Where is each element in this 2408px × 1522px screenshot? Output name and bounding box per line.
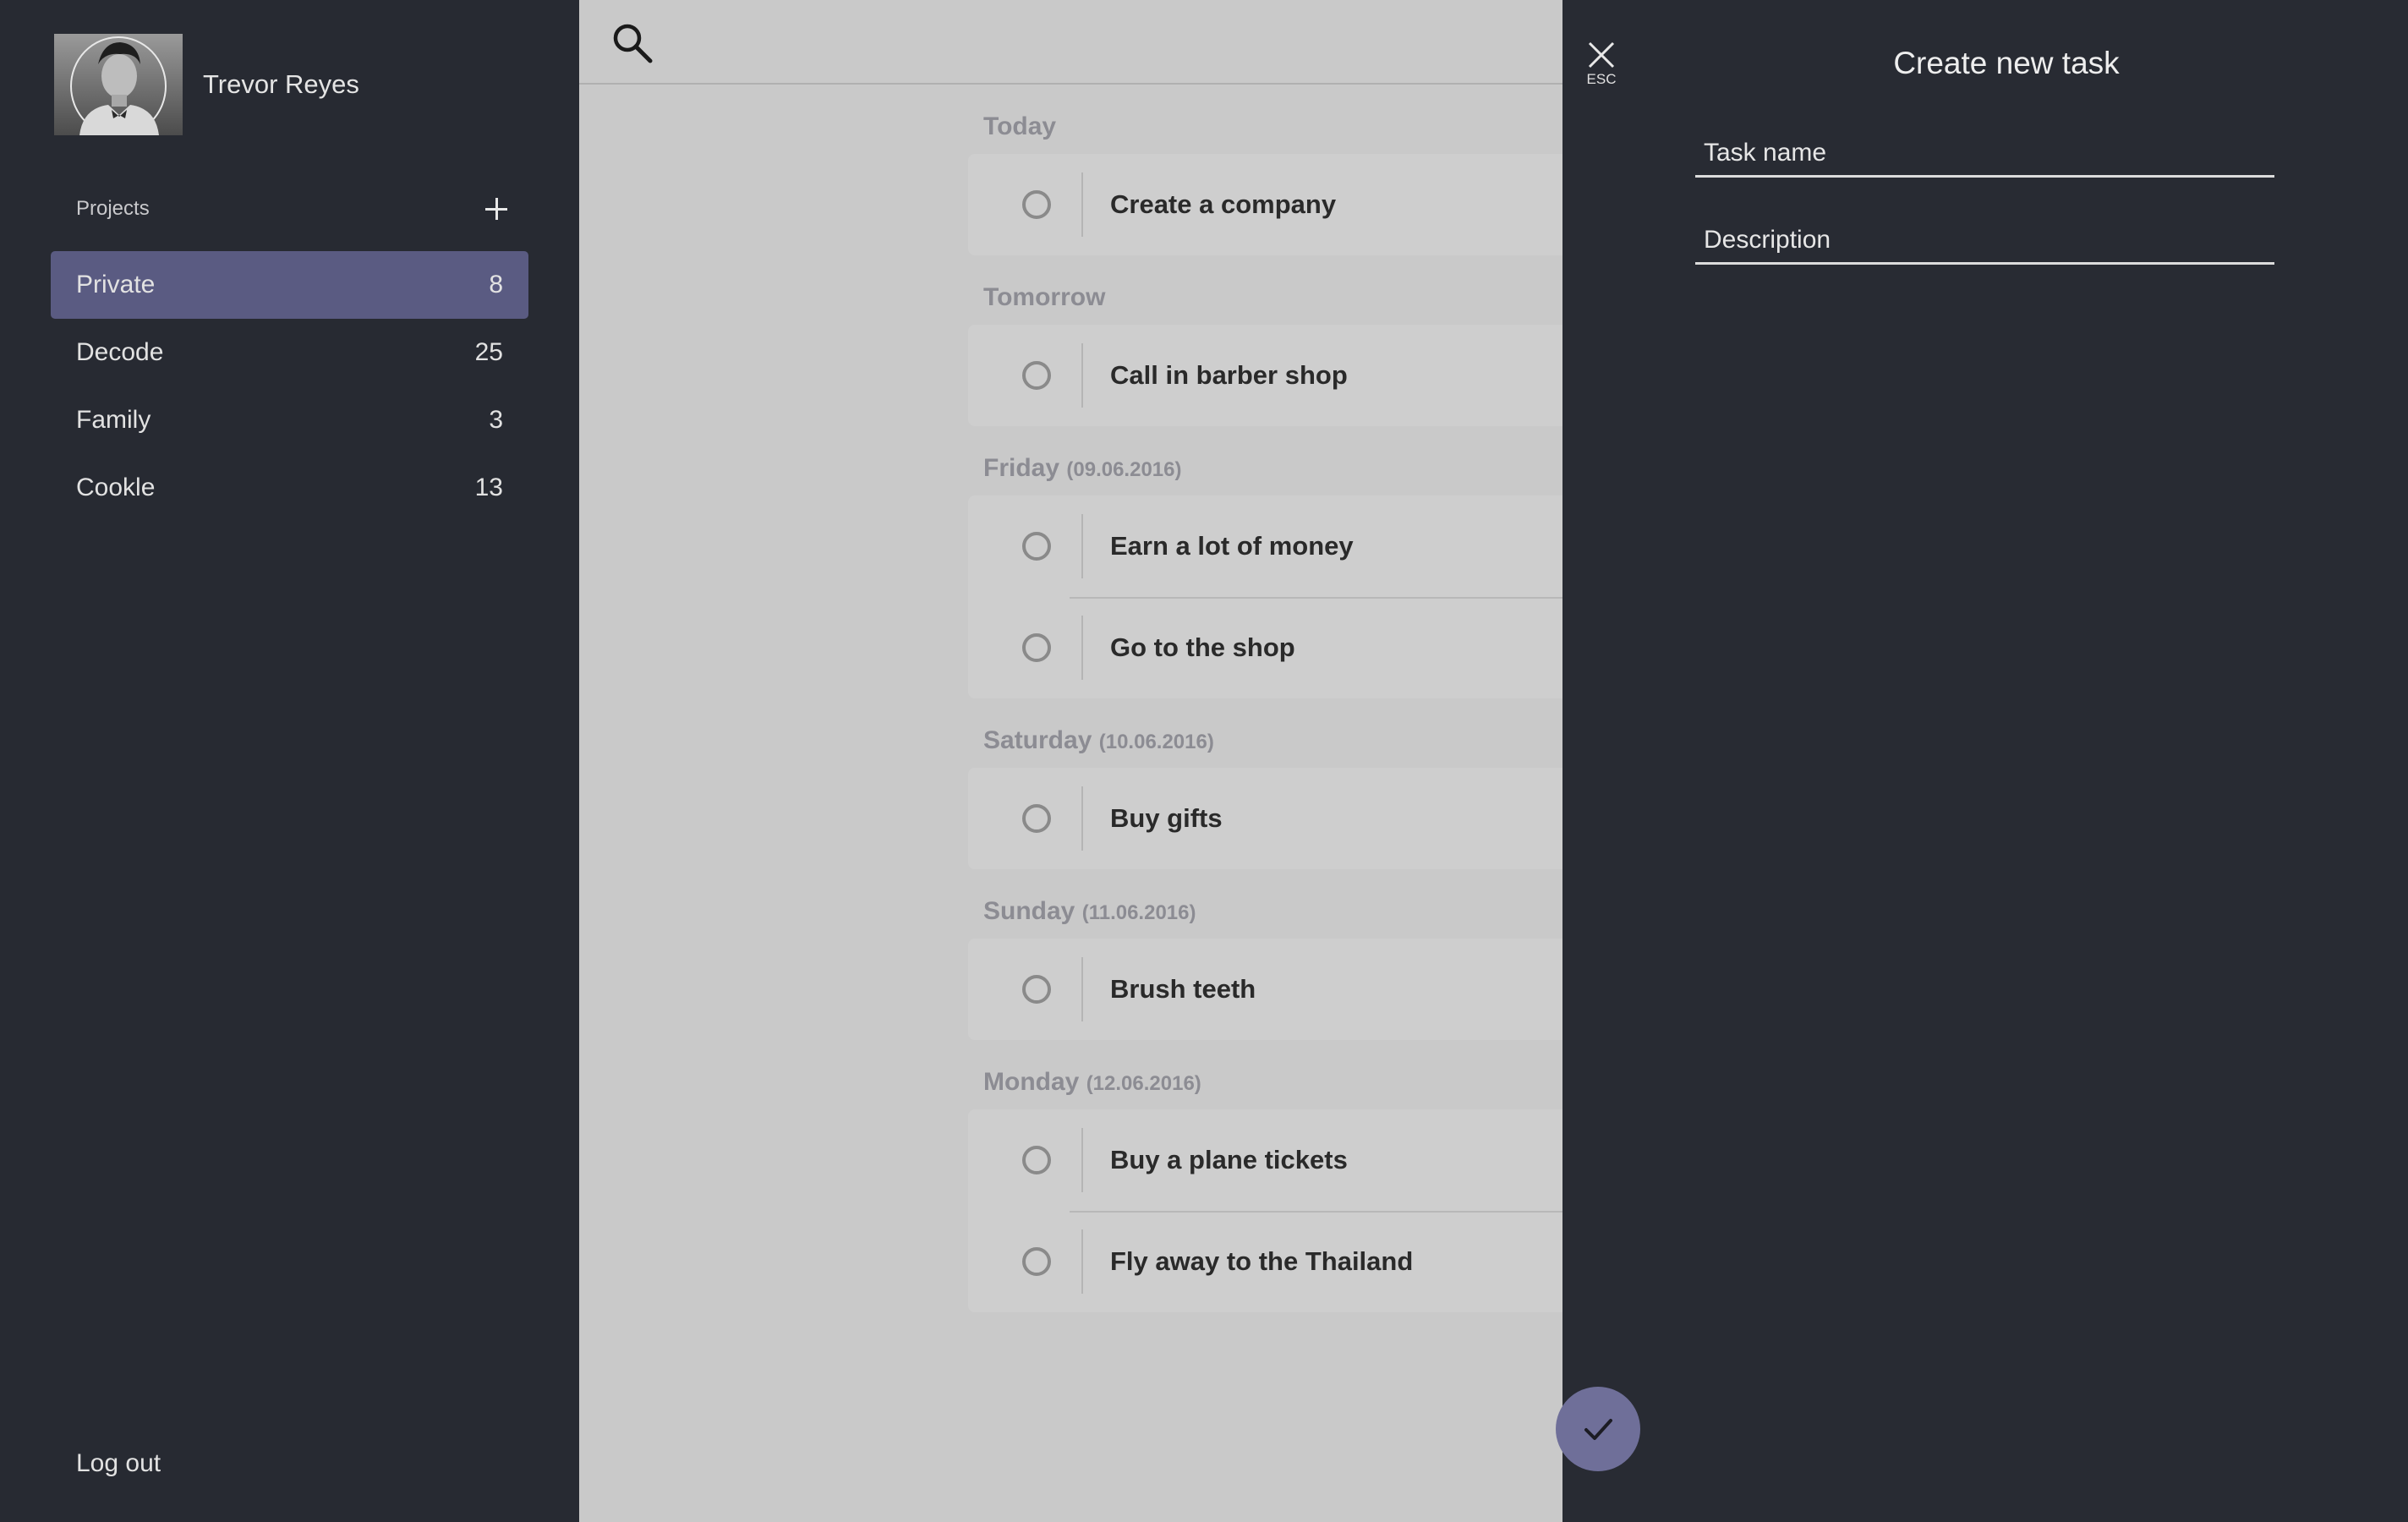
group-date: (11.06.2016) bbox=[1081, 901, 1196, 924]
task-item[interactable]: Buy a plane tickets bbox=[968, 1109, 1562, 1211]
task-item[interactable]: Brush teeth bbox=[968, 939, 1562, 1040]
task-divider bbox=[1081, 957, 1083, 1021]
task-divider bbox=[1081, 172, 1083, 237]
group-title-saturday: Saturday (10.06.2016) bbox=[983, 726, 1214, 755]
description-input[interactable] bbox=[1695, 217, 2274, 265]
sidebar-item-family[interactable]: Family 3 bbox=[51, 386, 528, 454]
task-label: Brush teeth bbox=[1110, 974, 1256, 1004]
project-label: Private bbox=[76, 271, 156, 298]
task-checkbox[interactable] bbox=[1022, 804, 1051, 833]
task-card: Call in barber shop bbox=[968, 325, 1562, 426]
group-title-sunday: Sunday (11.06.2016) bbox=[983, 897, 1196, 926]
task-checkbox[interactable] bbox=[1022, 361, 1051, 390]
task-card: Brush teeth bbox=[968, 939, 1562, 1040]
group-day: Monday bbox=[983, 1068, 1080, 1096]
project-label: Cookle bbox=[76, 474, 156, 501]
task-label: Buy gifts bbox=[1110, 803, 1223, 833]
sidebar: Trevor Reyes Projects Private 8 Decode 2… bbox=[0, 0, 579, 1522]
logout-link[interactable]: Log out bbox=[76, 1449, 161, 1478]
group-date: (09.06.2016) bbox=[1066, 458, 1182, 481]
project-count: 13 bbox=[474, 474, 503, 501]
task-card: Buy a plane tickets Fly away to the Thai… bbox=[968, 1109, 1562, 1312]
sidebar-item-cookle[interactable]: Cookle 13 bbox=[51, 454, 528, 522]
task-checkbox[interactable] bbox=[1022, 633, 1051, 662]
avatar[interactable] bbox=[54, 34, 183, 135]
task-name-input[interactable] bbox=[1695, 130, 2274, 178]
task-checkbox[interactable] bbox=[1022, 1247, 1051, 1276]
task-label: Go to the shop bbox=[1110, 632, 1295, 662]
group-day: Friday bbox=[983, 454, 1060, 482]
group-title-friday: Friday (09.06.2016) bbox=[983, 454, 1181, 483]
projects-header: Projects bbox=[76, 197, 507, 221]
task-divider bbox=[1081, 786, 1083, 851]
project-count: 8 bbox=[489, 271, 503, 298]
group-day: Today bbox=[983, 112, 1057, 140]
group-day: Sunday bbox=[983, 897, 1075, 925]
group-day: Saturday bbox=[983, 726, 1092, 754]
task-label: Create a company bbox=[1110, 189, 1337, 219]
task-divider bbox=[1081, 343, 1083, 408]
task-item[interactable]: Go to the shop bbox=[968, 597, 1562, 698]
task-item[interactable]: Create a company bbox=[968, 154, 1562, 255]
group-date: (12.06.2016) bbox=[1086, 1072, 1201, 1095]
task-card: Earn a lot of money Go to the shop bbox=[968, 495, 1562, 698]
task-checkbox[interactable] bbox=[1022, 1146, 1051, 1174]
project-label: Decode bbox=[76, 338, 164, 366]
username: Trevor Reyes bbox=[203, 69, 359, 99]
projects-label: Projects bbox=[76, 197, 150, 220]
task-checkbox[interactable] bbox=[1022, 532, 1051, 561]
task-label: Call in barber shop bbox=[1110, 360, 1348, 390]
task-card: Create a company bbox=[968, 154, 1562, 255]
task-label: Buy a plane tickets bbox=[1110, 1145, 1348, 1174]
task-item[interactable]: Earn a lot of money bbox=[968, 495, 1562, 597]
sidebar-item-private[interactable]: Private 8 bbox=[51, 251, 528, 319]
confirm-button[interactable] bbox=[1556, 1387, 1640, 1471]
task-list-area: Today Create a company Tomorrow Call in … bbox=[579, 0, 1562, 1522]
group-day: Tomorrow bbox=[983, 283, 1106, 311]
top-bar bbox=[579, 0, 1562, 85]
add-project-icon[interactable] bbox=[485, 198, 507, 220]
task-divider bbox=[1081, 616, 1083, 680]
group-date: (10.06.2016) bbox=[1098, 731, 1214, 753]
project-label: Family bbox=[76, 406, 151, 434]
task-divider bbox=[1081, 514, 1083, 578]
task-label: Earn a lot of money bbox=[1110, 531, 1354, 561]
task-item[interactable]: Call in barber shop bbox=[968, 325, 1562, 426]
checkmark-icon bbox=[1584, 1419, 1612, 1440]
user-profile[interactable]: Trevor Reyes bbox=[54, 34, 359, 135]
group-title-monday: Monday (12.06.2016) bbox=[983, 1068, 1201, 1097]
task-label: Fly away to the Thailand bbox=[1110, 1246, 1414, 1276]
task-divider bbox=[1081, 1128, 1083, 1192]
group-title-today: Today bbox=[983, 112, 1056, 141]
group-title-tomorrow: Tomorrow bbox=[983, 283, 1105, 312]
search-icon[interactable] bbox=[611, 22, 654, 64]
project-count: 25 bbox=[474, 338, 503, 366]
project-count: 3 bbox=[489, 406, 503, 434]
create-task-panel: ESC Create new task bbox=[1562, 0, 2408, 1522]
project-list: Private 8 Decode 25 Family 3 Cookle 13 bbox=[51, 251, 528, 522]
sidebar-item-decode[interactable]: Decode 25 bbox=[51, 319, 528, 386]
task-checkbox[interactable] bbox=[1022, 975, 1051, 1004]
task-item[interactable]: Buy gifts bbox=[968, 768, 1562, 869]
panel-title: Create new task bbox=[1893, 46, 2120, 80]
task-item[interactable]: Fly away to the Thailand bbox=[968, 1211, 1562, 1312]
task-checkbox[interactable] bbox=[1022, 190, 1051, 219]
task-card: Buy gifts bbox=[968, 768, 1562, 869]
task-divider bbox=[1081, 1229, 1083, 1294]
